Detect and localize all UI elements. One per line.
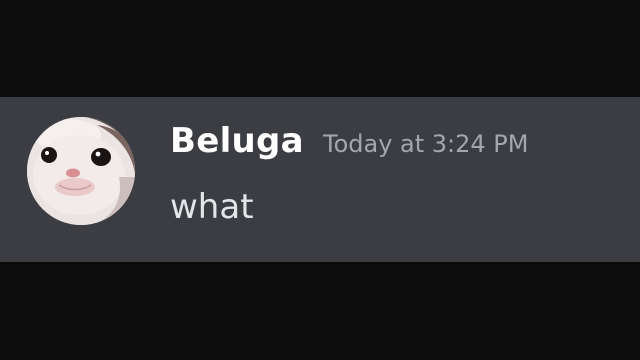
chat-message[interactable]: Beluga Today at 3:24 PM what — [0, 97, 640, 262]
video-frame: Beluga Today at 3:24 PM what — [0, 0, 640, 360]
username[interactable]: Beluga — [170, 119, 304, 163]
timestamp: Today at 3:24 PM — [323, 130, 529, 158]
avatar[interactable] — [27, 117, 135, 225]
message-content: what — [170, 187, 254, 227]
cat-face-avatar-icon — [27, 117, 135, 225]
